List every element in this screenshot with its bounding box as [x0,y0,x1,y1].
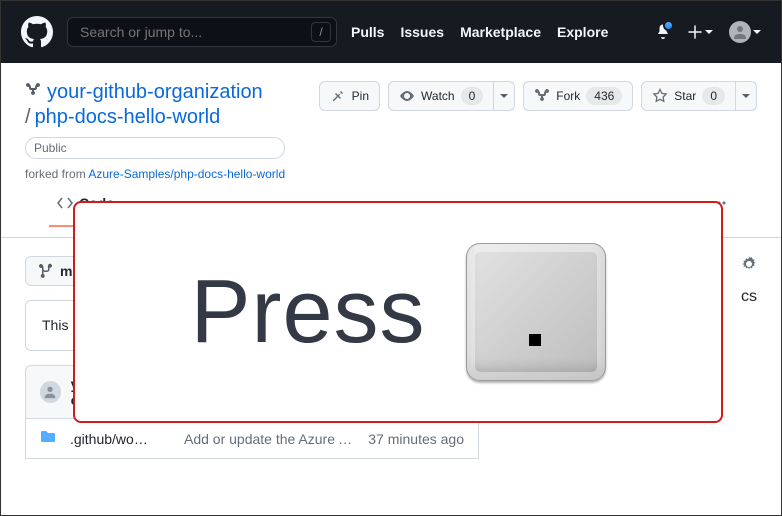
repo-link[interactable]: php-docs-hello-world [35,106,221,128]
global-search[interactable]: / [67,17,337,47]
star-menu[interactable] [736,81,757,111]
avatar-icon [40,381,61,403]
nav-pulls[interactable]: Pulls [351,24,384,40]
github-logo-icon[interactable] [21,16,53,48]
file-commit-message[interactable]: Add or update the Azure Ap… [184,431,354,447]
press-key-overlay: Press [73,201,723,423]
watch-button[interactable]: Watch 0 [388,81,494,111]
repo-action-buttons: Pin Watch 0 Fork 436 Star 0 [319,81,757,111]
forked-from-link[interactable]: Azure-Samples/php-docs-hello-world [88,167,285,181]
star-count: 0 [702,87,725,105]
visibility-badge: Public [25,137,285,159]
caret-down-icon [753,30,761,34]
fork-count: 436 [586,87,622,105]
nav-explore[interactable]: Explore [557,24,608,40]
repo-fork-icon [25,81,41,104]
pin-label: Pin [352,89,369,103]
user-menu[interactable] [729,21,761,43]
nav-issues[interactable]: Issues [400,24,444,40]
period-keycap-icon [466,243,606,381]
file-row[interactable]: .github/wo… Add or update the Azure Ap… … [25,419,479,459]
fork-button[interactable]: Fork 436 [523,81,633,111]
watch-menu[interactable] [494,81,515,111]
file-commit-time: 37 minutes ago [368,431,464,447]
org-link[interactable]: your-github-organization [47,81,263,104]
header-actions [655,21,761,43]
create-new-menu[interactable] [687,24,713,40]
overlay-text: Press [190,261,425,364]
primary-nav: Pulls Issues Marketplace Explore [351,24,608,40]
star-button[interactable]: Star 0 [641,81,736,111]
watch-count: 0 [461,87,484,105]
notification-dot [663,20,674,31]
file-name[interactable]: .github/wo… [70,431,170,447]
avatar-icon [729,21,751,43]
nav-marketplace[interactable]: Marketplace [460,24,541,40]
search-input[interactable] [67,17,337,47]
caret-down-icon [705,30,713,34]
star-button-group: Star 0 [641,81,757,111]
notifications-icon[interactable] [655,23,671,42]
pin-button[interactable]: Pin [319,81,380,111]
watch-button-group: Watch 0 [388,81,515,111]
directory-icon [40,429,56,448]
slash-key-hint: / [311,22,331,42]
global-header: / Pulls Issues Marketplace Explore [1,1,781,63]
forked-from: forked from Azure-Samples/php-docs-hello… [25,167,285,181]
gear-icon[interactable] [741,256,757,275]
path-separator: / [25,106,31,128]
